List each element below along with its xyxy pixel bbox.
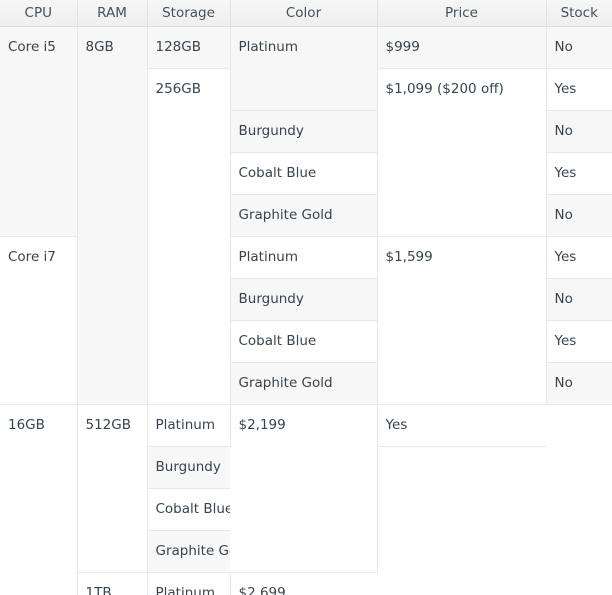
column-header-cpu[interactable]: CPU (0, 0, 78, 27)
cell-color: Burgundy (147, 446, 230, 489)
cell-text-stock: No (554, 38, 573, 55)
cell-text-stock: No (554, 122, 573, 139)
cell-text-stock: Yes (385, 416, 408, 433)
cell-text-color: Graphite Gold (155, 542, 231, 559)
cell-stock: No (546, 278, 612, 321)
cell-color: Platinum (230, 26, 378, 111)
cell-text-ram: 8GB (85, 38, 114, 55)
cell-storage: 128GB (147, 26, 231, 69)
table-viewport: CPU RAM Storage Color Price Stock Core i5 8GB 1… (0, 0, 612, 595)
cell-text-stock: Yes (554, 248, 577, 265)
cell-cpu: Core i5 (0, 26, 78, 237)
cell-text-price: $999 (385, 38, 420, 55)
table-row: 16GB 512GB Platinum $2,199 Yes (0, 404, 612, 595)
table-body: Core i5 8GB 128GB Platinum $999 No 256GB $1,099… (0, 26, 612, 595)
cell-text-color: Platinum (155, 416, 215, 433)
cell-text-stock: No (554, 374, 573, 391)
cell-text-color: Cobalt Blue (155, 500, 231, 517)
cell-text-cpu: Core i5 (8, 38, 56, 55)
cell-text-price: $1,099 ($200 off) (385, 80, 504, 97)
cell-text-color: Platinum (155, 584, 215, 595)
cell-text-storage: 128GB (155, 38, 202, 55)
cell-text-stock: Yes (554, 164, 577, 181)
cell-color: Cobalt Blue (230, 320, 378, 363)
table-header: CPU RAM Storage Color Price Stock (0, 0, 612, 27)
cell-color: Platinum (147, 404, 231, 447)
cell-color: Burgundy (230, 110, 378, 153)
column-header-stock[interactable]: Stock (546, 0, 612, 27)
table-row: 1TB Platinum $2,699 (0, 572, 612, 595)
cell-stock: No (546, 362, 612, 405)
cell-color: Burgundy (230, 278, 378, 321)
cell-stock: Yes (546, 152, 612, 195)
cell-stock: Yes (546, 236, 612, 279)
cell-text-color: Burgundy (238, 122, 304, 139)
cell-text-ram: 16GB (8, 416, 45, 433)
cell-color: Platinum (230, 236, 378, 279)
cell-text-color: Cobalt Blue (238, 332, 317, 349)
cell-ram: 8GB (77, 26, 148, 405)
cell-text-color: Burgundy (155, 458, 221, 475)
cell-color: Graphite Gold (147, 530, 231, 573)
cell-text-color: Burgundy (238, 290, 304, 307)
column-header-color[interactable]: Color (230, 0, 378, 27)
cell-color: Graphite Gold (230, 194, 378, 237)
cell-stock: Yes (377, 404, 546, 447)
cell-price: $2,699 (230, 572, 377, 595)
cell-text-cpu: Core i7 (8, 248, 56, 265)
cell-color: Graphite Gold (230, 362, 378, 405)
cell-stock: No (546, 194, 612, 237)
cell-text-stock: Yes (554, 80, 577, 97)
column-header-storage[interactable]: Storage (147, 0, 231, 27)
cell-price: $999 (377, 26, 547, 69)
cell-price: $1,599 (377, 236, 547, 405)
cell-text-storage: 1TB (85, 584, 112, 595)
cell-ram: 16GB (0, 404, 78, 595)
cell-cpu: Core i7 (0, 236, 78, 405)
cell-text-storage: 512GB (85, 416, 132, 433)
cell-text-stock: Yes (554, 332, 577, 349)
table-row: Core i5 8GB 128GB Platinum $999 No (0, 26, 612, 405)
cell-text-stock: No (554, 206, 573, 223)
cell-stock: No (546, 110, 612, 153)
table-header-row: CPU RAM Storage Color Price Stock (0, 0, 612, 27)
cell-text-price: $1,599 (385, 248, 433, 265)
cell-text-color: Graphite Gold (238, 374, 333, 391)
cell-color: Cobalt Blue (147, 488, 231, 531)
cell-price: $2,199 (230, 404, 378, 573)
column-header-price[interactable]: Price (377, 0, 547, 27)
cell-storage: 1TB (77, 572, 148, 595)
cell-color: Cobalt Blue (230, 152, 378, 195)
column-header-ram[interactable]: RAM (77, 0, 148, 27)
cell-text-color: Platinum (238, 248, 298, 265)
product-specification-table: CPU RAM Storage Color Price Stock Core i5 8GB 1… (0, 0, 612, 595)
cell-color: Platinum (147, 572, 231, 595)
cell-storage: 512GB (77, 404, 148, 573)
cell-stock: Yes (546, 68, 612, 111)
cell-text-price: $2,699 (238, 584, 286, 595)
cell-text-storage: 256GB (155, 80, 202, 97)
cell-text-color: Graphite Gold (238, 206, 333, 223)
cell-text-price: $2,199 (238, 416, 286, 433)
cell-stock: No (546, 26, 612, 69)
cell-price: $1,099 ($200 off) (377, 68, 547, 237)
cell-storage: 256GB (147, 68, 231, 405)
cell-text-color: Cobalt Blue (238, 164, 317, 181)
cell-text-color: Platinum (238, 38, 298, 55)
cell-text-stock: No (554, 290, 573, 307)
cell-stock: Yes (546, 320, 612, 363)
